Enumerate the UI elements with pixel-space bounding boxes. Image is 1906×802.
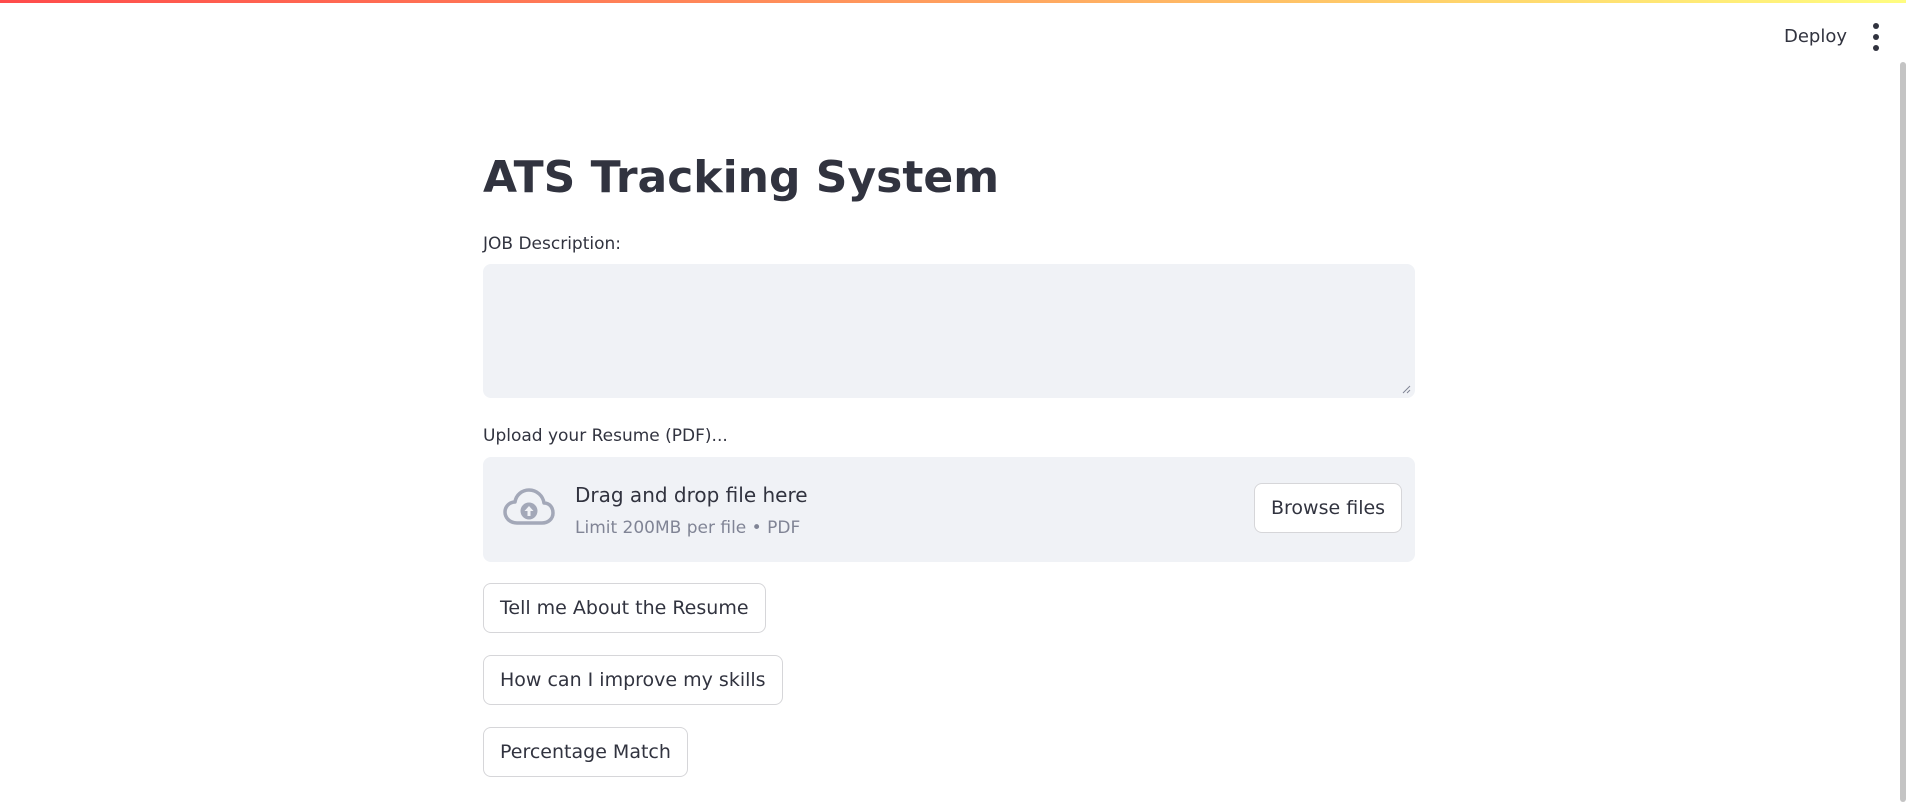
dropzone-limit-text: Limit 200MB per file • PDF	[575, 518, 801, 538]
deploy-button[interactable]: Deploy	[1774, 21, 1857, 53]
job-description-label: JOB Description:	[483, 234, 622, 254]
resume-upload-label: Upload your Resume (PDF)...	[483, 426, 728, 446]
percentage-match-button[interactable]: Percentage Match	[483, 727, 688, 777]
improve-skills-button[interactable]: How can I improve my skills	[483, 655, 783, 705]
job-description-input[interactable]	[483, 264, 1415, 398]
app-header: Deploy	[0, 3, 1906, 63]
file-dropzone[interactable]: Drag and drop file here Limit 200MB per …	[483, 457, 1415, 562]
page-title: ATS Tracking System	[483, 152, 1000, 203]
main-menu-button[interactable]	[1864, 21, 1888, 53]
tell-about-resume-button[interactable]: Tell me About the Resume	[483, 583, 766, 633]
vertical-ellipsis-icon	[1873, 23, 1879, 29]
browse-files-button[interactable]: Browse files	[1254, 483, 1403, 533]
page-scrollbar[interactable]	[1900, 62, 1906, 802]
cloud-upload-icon	[503, 488, 555, 525]
dropzone-title: Drag and drop file here	[575, 483, 808, 507]
resize-grip-icon[interactable]	[1401, 384, 1411, 394]
